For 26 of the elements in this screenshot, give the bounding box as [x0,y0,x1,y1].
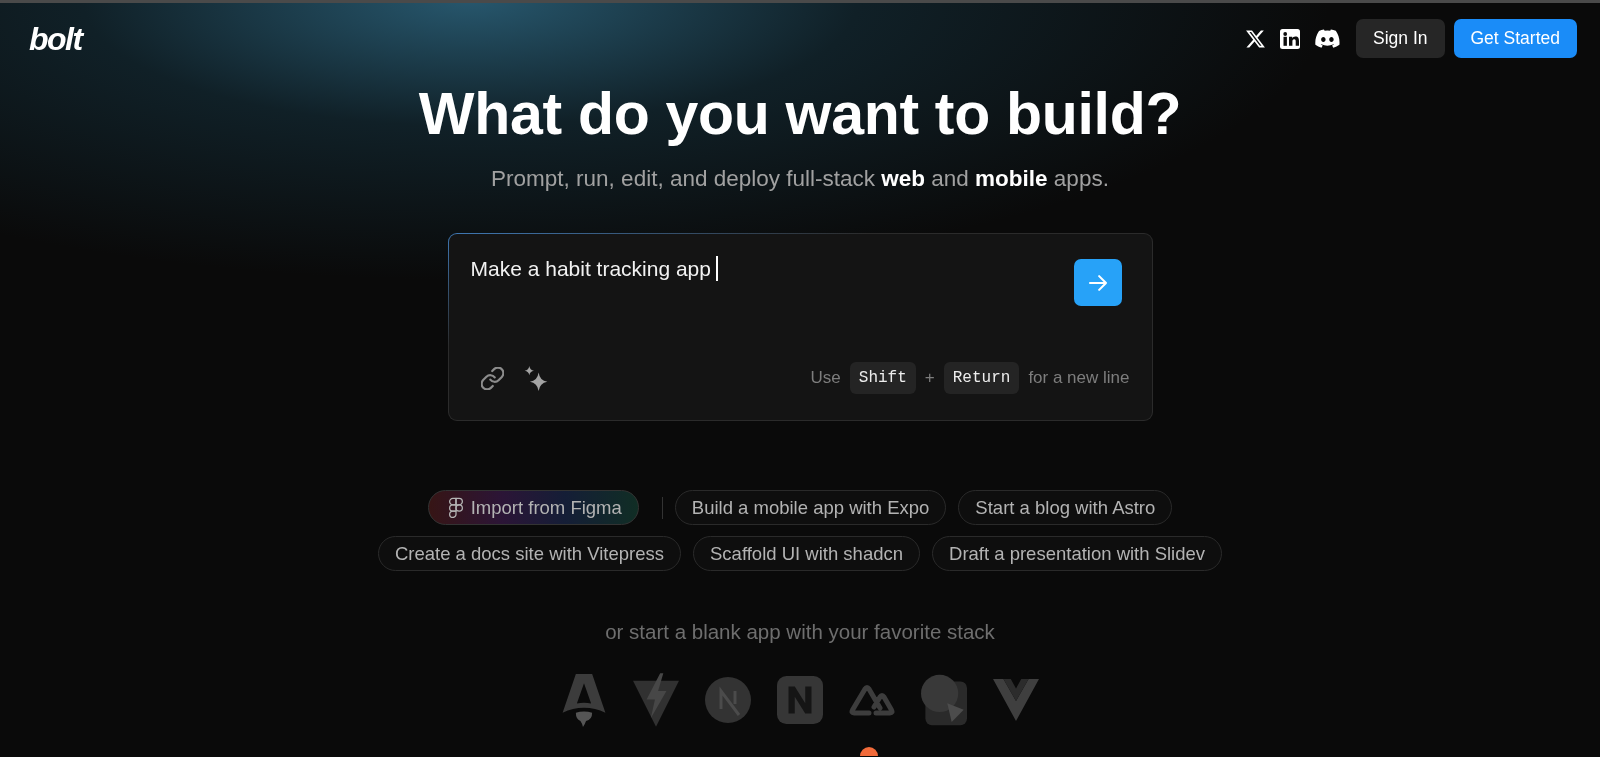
keyboard-key: Shift [849,362,916,394]
keyboard-key: Return [943,362,1020,394]
suggestion-chip[interactable]: Scaffold UI with shadcn [693,536,920,571]
discord-icon[interactable] [1315,29,1340,48]
sparkles-icon[interactable] [523,365,548,391]
stack-prompt: or start a blank app with your favorite stack [605,619,995,645]
link-icon[interactable] [480,366,504,390]
hint-text: + [924,368,935,388]
import-chip[interactable]: Import from Figma [427,490,639,525]
hint-text: Use [810,368,841,388]
suggestion-chip[interactable]: Build a mobile app with Expo [674,490,947,525]
suggestion-chip[interactable]: Start a blog with Astro [958,490,1173,525]
suggestion-chip[interactable]: Create a docs site with Vitepress [377,536,681,571]
a-flame-icon[interactable] [561,673,607,727]
hero-subtitle: Prompt, run, edit, and deploy full-stack web and mobile apps. [491,165,1109,193]
sign-in-button[interactable]: Sign In [1356,19,1445,58]
prompt-input[interactable]: Make a habit tracking app [470,254,1074,284]
x-logo-icon[interactable] [1246,29,1265,48]
hero-title: What do you want to build? [418,80,1182,148]
suggestion-chip[interactable]: Draft a presentation with Slidev [932,536,1223,571]
hint-text: for a new line [1028,368,1130,388]
arrow-right-icon [1087,274,1108,291]
figma-icon [448,497,463,518]
linkedin-icon[interactable] [1280,28,1300,49]
send-button[interactable] [1073,259,1122,306]
logo[interactable]: bolt [29,22,82,55]
